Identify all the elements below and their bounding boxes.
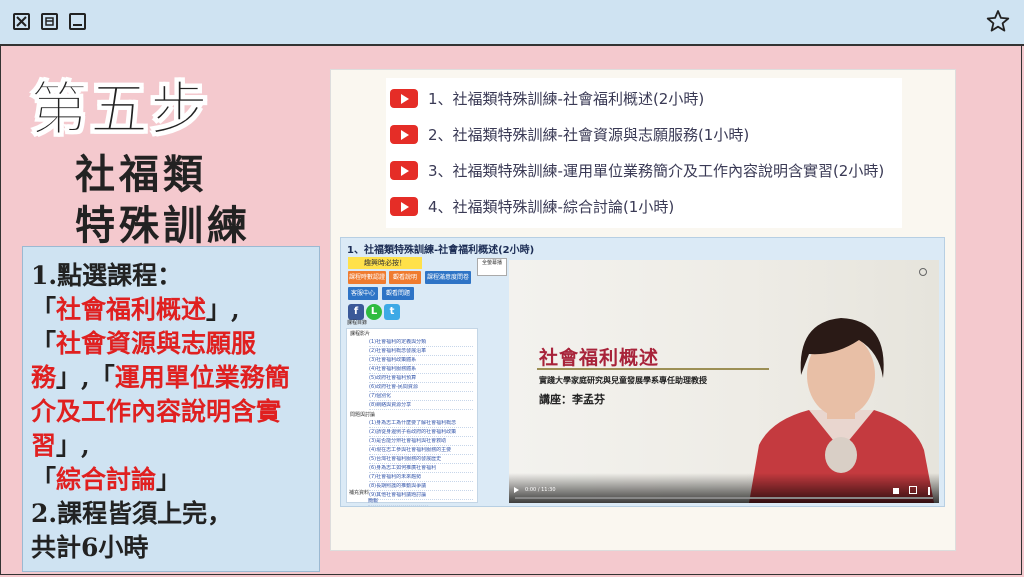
restore-icon[interactable] [41, 13, 58, 30]
video-subtitle: 實踐大學家庭研究與兒童發展學系專任助理教授 [539, 376, 707, 385]
quote-open: 「 [31, 295, 57, 324]
tree-item[interactable]: (7)社會福利的未來趨勢 [369, 474, 473, 482]
video-time: 0:00 / 11:30 [525, 487, 556, 493]
instructions-panel: 1.點選課程： 「社會福利概述」, 「社會資源與志願服務」,「運用單位業務簡介及… [22, 246, 320, 572]
course-list: 1、社福類特殊訓練-社會福利概述(2小時) 2、社福類特殊訓練-社會資源與志願服… [386, 78, 902, 228]
title-underline [537, 368, 769, 370]
watch-issue-button[interactable]: 觀看問題 [382, 287, 414, 300]
step-heading: 第五步 [29, 75, 211, 144]
minimize-icon[interactable] [69, 13, 86, 30]
video-title: 社會福利概述 [539, 347, 660, 369]
course-link-4[interactable]: 4、社福類特殊訓練-綜合討論(1小時) [390, 193, 674, 219]
instruction-step-2: 2.課程皆須上完， [31, 499, 233, 528]
quote-close: 」 [156, 465, 182, 494]
tree-item[interactable]: (2)社會福利概念發展沿革 [369, 348, 473, 356]
tree-item[interactable]: (5)台灣社會福利服務的發展歷史 [369, 456, 473, 464]
play-icon[interactable] [514, 487, 519, 493]
tree-item[interactable]: (2)請從身邊例子看政府的社會福利政策 [369, 429, 473, 437]
course-link-3[interactable]: 3、社福類特殊訓練-運用單位業務簡介及工作內容說明含實習(2小時) [390, 157, 884, 183]
video-settings-icon[interactable] [919, 268, 927, 276]
tree-item[interactable]: (1)身為志工為什麼要了解社會福利概念 [369, 420, 473, 428]
course-label: 3、社福類特殊訓練-運用單位業務簡介及工作內容說明含實習(2小時) [428, 161, 885, 180]
video-controls: 0:00 / 11:30 [509, 473, 939, 503]
course-label: 4、社福類特殊訓練-綜合討論(1小時) [428, 197, 675, 216]
tree-item[interactable]: (7)個別化 [369, 393, 473, 401]
survey-button[interactable]: 課程滿意度問卷 [425, 271, 471, 284]
tree-item[interactable]: (1)社會福利的定義與分類 [369, 339, 473, 347]
facebook-icon[interactable]: f [348, 304, 364, 320]
twitter-icon[interactable]: t [384, 304, 400, 320]
star-icon[interactable] [986, 9, 1010, 37]
tree-item[interactable]: (3)社會福利政策體系 [369, 357, 473, 365]
quote-close: 」, [206, 295, 240, 324]
quote-open: 「 [89, 363, 115, 392]
tree-item[interactable]: (8)網絡與資源分享 [369, 402, 473, 410]
tree-item[interactable]: 簡報 [368, 498, 428, 506]
fullscreen-button[interactable]: 全螢幕播 [477, 258, 507, 276]
tree-header: 課程目錄 [347, 320, 368, 326]
course-name-1: 社會福利概述 [56, 295, 207, 324]
tree-item[interactable]: (8)長期照護的推動與爭議 [369, 483, 473, 491]
play-video-icon [390, 196, 418, 216]
course-link-1[interactable]: 1、社福類特殊訓練-社會福利概述(2小時) [390, 85, 704, 111]
video-lecturer: 講座：李孟芬 [539, 393, 605, 406]
quote-open: 「 [31, 465, 57, 494]
more-options-icon[interactable] [928, 487, 930, 495]
course-link-2[interactable]: 2、社福類特殊訓練-社會資源與志願服務(1小時) [390, 121, 749, 147]
video-progress-bar[interactable] [515, 497, 933, 499]
course-name-4: 綜合討論 [56, 465, 157, 494]
play-video-icon [390, 88, 418, 108]
tree-item[interactable]: (6)身為志工如何推廣社會福利 [369, 465, 473, 473]
notice-banner: 趣興時必按！ [348, 257, 422, 269]
instruction-total: 共計6小時 [31, 533, 149, 562]
fullscreen-icon[interactable] [909, 486, 917, 494]
tree-item[interactable]: (6)政府社會-民間資源 [369, 384, 473, 392]
watch-guide-button[interactable]: 觀看說明 [389, 271, 421, 284]
line-icon[interactable]: L [366, 304, 382, 320]
tree-group-discussion[interactable]: 問題與討論 [350, 412, 375, 419]
quote-close: 」, [56, 431, 90, 460]
title-bar [0, 0, 1024, 46]
course-label: 2、社福類特殊訓練-社會資源與志願服務(1小時) [428, 125, 750, 144]
course-tree: 課程影片 (1)社會福利的定義與分類 (2)社會福利概念發展沿革 (3)社會福利… [346, 328, 478, 503]
tree-item[interactable]: (5)政府社會福利預算 [369, 375, 473, 383]
category-heading: 社福類 [75, 151, 207, 198]
volume-icon[interactable] [893, 488, 899, 494]
service-center-button[interactable]: 客服中心 [348, 287, 378, 300]
course-page: 1、社福類特殊訓練-社會福利概述(2小時) 趣興時必按！ 課程時數認證 觀看說明… [340, 237, 945, 507]
quote-close: 」, [56, 363, 90, 392]
play-video-icon [390, 124, 418, 144]
video-player[interactable]: 社會福利概述 實踐大學家庭研究與兒童發展學系專任助理教授 講座：李孟芬 0:00… [509, 260, 939, 503]
course-label: 1、社福類特殊訓練-社會福利概述(2小時) [428, 89, 705, 108]
training-heading: 特殊訓練 [75, 202, 251, 249]
quote-open: 「 [31, 329, 57, 358]
hours-cert-button[interactable]: 課程時數認證 [348, 271, 386, 284]
play-video-icon [390, 160, 418, 180]
close-box-icon[interactable] [13, 13, 30, 30]
page-title: 1、社福類特殊訓練-社會福利概述(2小時) [347, 245, 535, 256]
tree-item[interactable]: (4)社會福利服務體系 [369, 366, 473, 374]
tree-group-materials[interactable]: 補充資料 [349, 490, 369, 497]
tree-group-videos[interactable]: 課程影片 [350, 331, 370, 338]
tree-item[interactable]: (3)是否能分辨社會福利與社會救助 [369, 438, 473, 446]
instruction-step-1: 1.點選課程： [31, 261, 183, 290]
tree-item[interactable]: (4)現在志工參與社會福利服務的主要 [369, 447, 473, 455]
